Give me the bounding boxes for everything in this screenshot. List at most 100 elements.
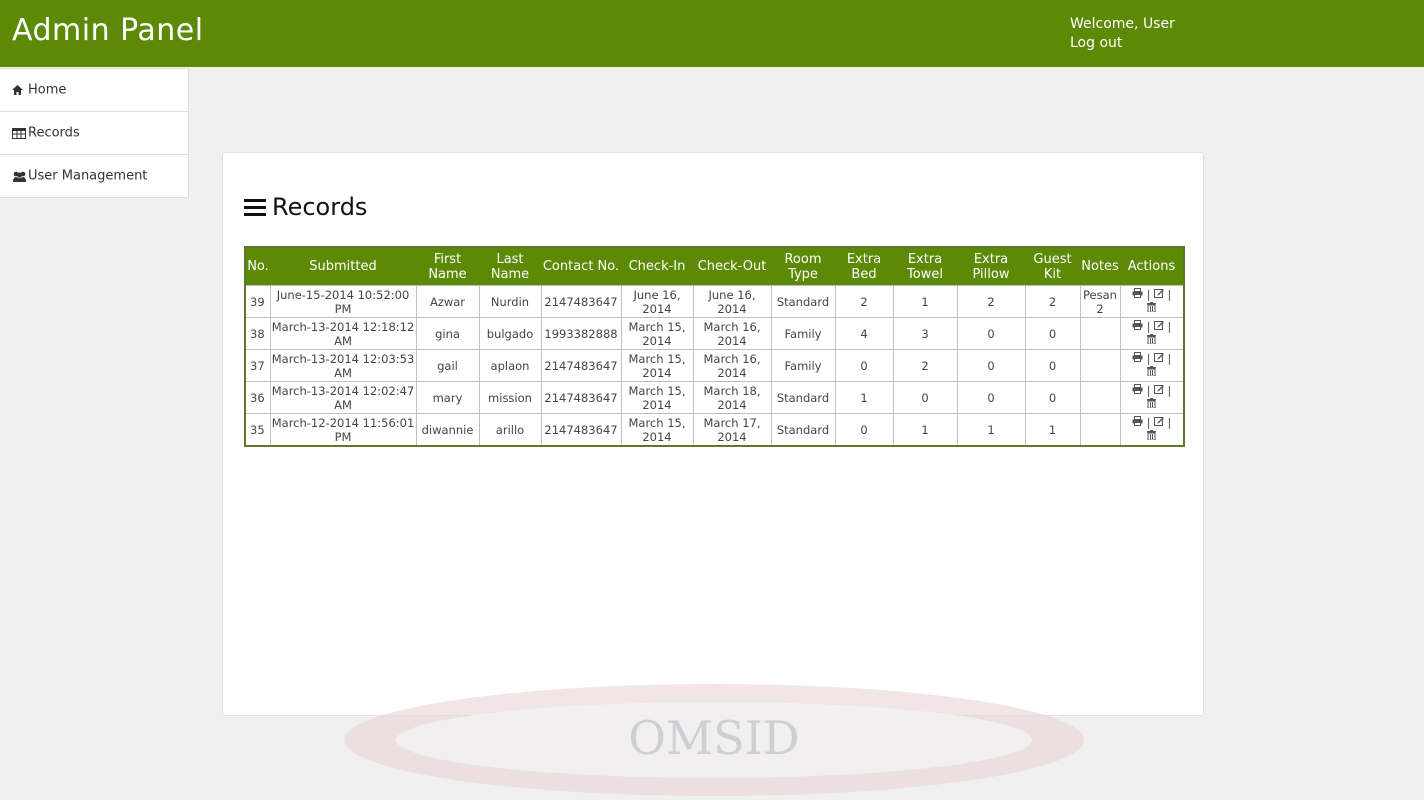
submitted-date-cell: March-13-2014 12:18:12 AM [269,317,417,350]
extra-towel-cell: 1 [892,285,958,318]
extra-bed-cell: 1 [834,381,894,414]
print-icon[interactable] [1132,351,1143,366]
trash-icon[interactable] [1147,397,1157,412]
action-separator: | [1146,351,1151,365]
trash-icon[interactable] [1147,333,1157,348]
column-header: Check-Out [693,247,771,286]
table-row: 38 March-13-2014 12:18:12 AM gina bulgado 19… [244,317,1185,350]
edit-icon[interactable] [1154,288,1164,302]
print-icon[interactable] [1132,287,1143,302]
extra-bed-cell: 0 [834,413,894,447]
last-name-cell: arillo [478,413,542,447]
column-header: Guest Kit [1025,247,1080,286]
contact-number-cell: 2147483647 [540,413,622,447]
column-header: Last Name [479,247,541,286]
edit-icon[interactable] [1154,416,1164,430]
room-type-cell: Family [770,349,836,382]
extra-towel-cell: 3 [892,317,958,350]
watermark-text: OMSID [628,711,799,765]
print-icon[interactable] [1132,415,1143,430]
record-number-cell: 36 [244,381,271,414]
table-row: 39 June-15-2014 10:52:00 PM Azwar Nurdin 214… [244,285,1185,318]
check-in-date-cell: June 16, 2014 [620,285,694,318]
contact-number-cell: 2147483647 [540,381,622,414]
sidebar: Home Records User Management [0,68,189,198]
guest-kit-cell: 1 [1024,413,1081,447]
extra-bed-cell: 4 [834,317,894,350]
page-title: Records [244,193,367,221]
trash-icon[interactable] [1147,365,1157,380]
check-in-date-cell: March 15, 2014 [620,413,694,447]
column-header: Extra Pillow [957,247,1025,286]
extra-towel-cell: 1 [892,413,958,447]
user-menu: Welcome, User Log out [1070,15,1175,53]
column-header: Submitted [270,247,416,286]
submitted-date-cell: March-12-2014 11:56:01 PM [269,413,417,447]
column-header: Check-In [621,247,693,286]
column-header: Contact No. [541,247,621,286]
actions-cell: | | [1119,317,1185,350]
check-out-date-cell: March 16, 2014 [692,349,772,382]
extra-pillow-cell: 2 [956,285,1026,318]
extra-bed-cell: 0 [834,349,894,382]
last-name-cell: aplaon [478,349,542,382]
table-row: 35 March-12-2014 11:56:01 PM diwannie arill… [244,413,1185,447]
edit-icon[interactable] [1154,352,1164,366]
record-number-cell: 39 [244,285,271,318]
sidebar-item-home[interactable]: Home [0,69,188,112]
trash-icon[interactable] [1147,429,1157,444]
guest-kit-cell: 0 [1024,317,1081,350]
brand-title[interactable]: Admin Panel [12,13,204,48]
notes-cell [1079,317,1121,350]
table-icon [12,112,28,154]
table-header-row: No. Submitted First Name Last Name Conta… [245,247,1184,286]
action-separator: | [1167,319,1172,333]
trash-icon[interactable] [1147,301,1157,316]
action-separator: | [1146,319,1151,333]
room-type-cell: Standard [770,413,836,447]
guest-kit-cell: 2 [1024,285,1081,318]
contact-number-cell: 2147483647 [540,349,622,382]
submitted-date-cell: March-13-2014 12:02:47 AM [269,381,417,414]
extra-towel-cell: 0 [892,381,958,414]
notes-cell [1079,349,1121,382]
action-separator: | [1167,287,1172,301]
action-separator: | [1167,351,1172,365]
room-type-cell: Family [770,317,836,350]
extra-pillow-cell: 0 [956,381,1026,414]
sidebar-item-user-management[interactable]: User Management [0,155,188,197]
table-row: 36 March-13-2014 12:02:47 AM mary mission 21… [244,381,1185,414]
guest-kit-cell: 0 [1024,349,1081,382]
record-number-cell: 37 [244,349,271,382]
actions-cell: | | [1119,285,1185,318]
action-separator: | [1167,383,1172,397]
edit-icon[interactable] [1154,384,1164,398]
check-out-date-cell: March 16, 2014 [692,317,772,350]
action-separator: | [1146,383,1151,397]
extra-pillow-cell: 0 [956,349,1026,382]
sidebar-item-label: Home [28,82,67,98]
column-header: First Name [416,247,479,286]
check-out-date-cell: March 18, 2014 [692,381,772,414]
print-icon[interactable] [1132,319,1143,334]
print-icon[interactable] [1132,383,1143,398]
check-in-date-cell: March 15, 2014 [620,349,694,382]
last-name-cell: mission [478,381,542,414]
room-type-cell: Standard [770,285,836,318]
list-icon [244,195,266,220]
column-header: Extra Bed [835,247,893,286]
last-name-cell: Nurdin [478,285,542,318]
submitted-date-cell: June-15-2014 10:52:00 PM [269,285,417,318]
records-table: No. Submitted First Name Last Name Conta… [244,246,1185,447]
column-header: No. [245,247,270,286]
sidebar-item-records[interactable]: Records [0,112,188,155]
extra-pillow-cell: 1 [956,413,1026,447]
check-in-date-cell: March 15, 2014 [620,381,694,414]
notes-cell [1079,381,1121,414]
action-separator: | [1167,415,1172,429]
record-number-cell: 35 [244,413,271,447]
actions-cell: | | [1119,413,1185,447]
logout-link[interactable]: Log out [1070,34,1175,53]
notes-cell [1079,413,1121,447]
edit-icon[interactable] [1154,320,1164,334]
